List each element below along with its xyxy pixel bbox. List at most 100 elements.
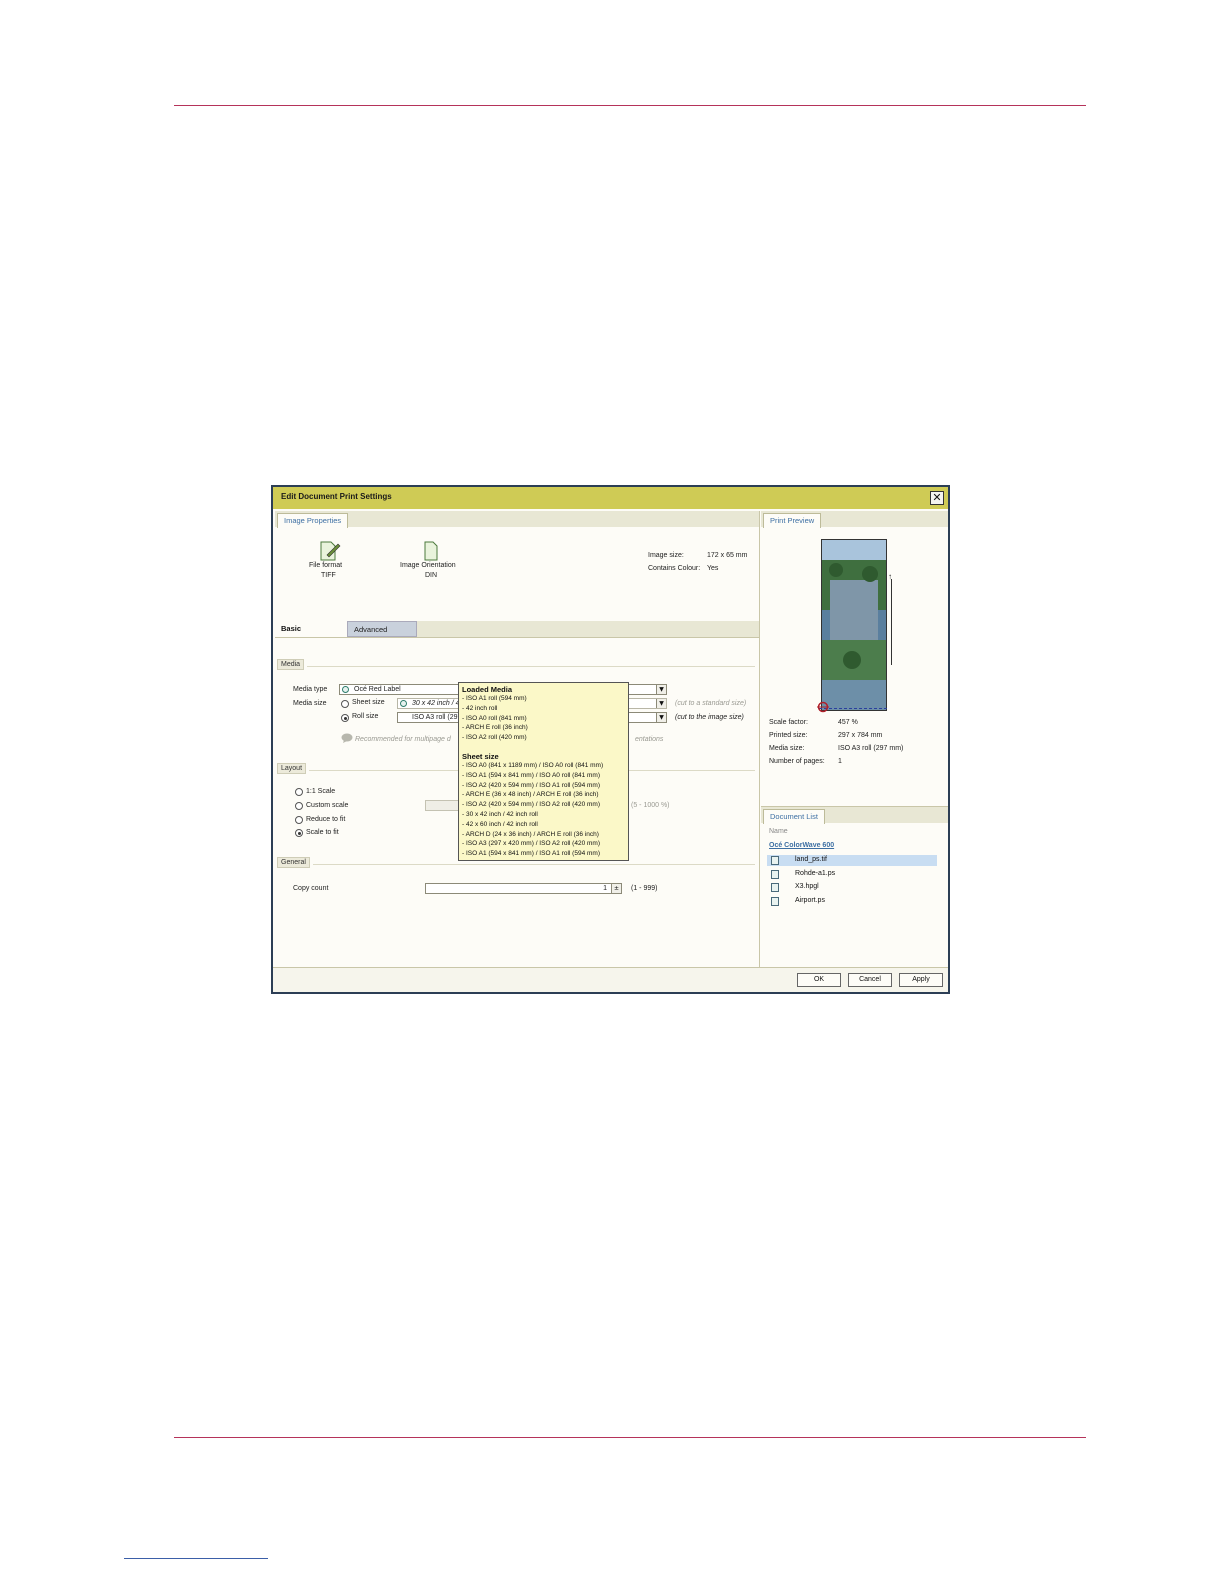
printed-size-value: 297 x 784 mm (838, 732, 883, 739)
document-row[interactable]: X3.hpgl (767, 882, 937, 893)
pages-label: Number of pages: (769, 758, 825, 765)
chevron-down-icon[interactable]: ▼ (656, 713, 666, 722)
custom-scale-range: (5 - 1000 %) (631, 802, 670, 809)
image-orientation-icon (424, 541, 438, 561)
scale-1-1-label: 1:1 Scale (306, 788, 336, 795)
close-icon[interactable]: ✕ (930, 491, 944, 505)
tab-basic[interactable]: Basic (275, 621, 347, 637)
recommendation-text: Recommended for multipage d (355, 736, 451, 743)
media-size-info-label: Media size: (769, 745, 805, 752)
reduce-to-fit-label: Reduce to fit (306, 816, 346, 823)
document-name: X3.hpgl (795, 883, 819, 890)
custom-scale-radio[interactable] (295, 802, 303, 810)
media-size-info-value: ISO A3 roll (297 mm) (838, 745, 904, 752)
cancel-button[interactable]: Cancel (848, 973, 892, 987)
roll-size-label: Roll size (352, 713, 379, 720)
header-rule (174, 105, 1086, 106)
document-row[interactable]: Rohde-a1.ps (767, 869, 937, 880)
document-name: Airport.ps (795, 897, 825, 904)
ok-button[interactable]: OK (797, 973, 841, 987)
copy-count-range: (1 - 999) (631, 885, 658, 892)
copy-count-input[interactable]: 1 ± (425, 883, 622, 894)
footer-link-rule (124, 1558, 268, 1559)
dropdown-option[interactable]: - ISO A2 roll (420 mm) (462, 733, 625, 743)
sheet-size-note: (cut to a standard size) (675, 700, 747, 707)
apply-button[interactable]: Apply (899, 973, 943, 987)
dropdown-option[interactable]: - ISO A1 roll (594 mm) (462, 694, 625, 704)
media-type-value: Océ Red Label (354, 686, 401, 693)
media-section-header: Media (277, 659, 305, 670)
file-format-icon (320, 541, 341, 561)
tab-image-properties[interactable]: Image Properties (277, 513, 349, 528)
spinner-icon[interactable]: ± (611, 884, 621, 893)
dropdown-gap (462, 743, 625, 752)
reduce-to-fit-radio[interactable] (295, 816, 303, 824)
printed-size-label: Printed size: (769, 732, 808, 739)
dropdown-option[interactable]: - ISO A2 (420 x 594 mm) / ISO A2 roll (4… (462, 800, 625, 810)
orientation-label: Image Orientation (400, 562, 456, 569)
roll-size-radio[interactable] (341, 714, 349, 722)
image-size-value: 172 x 65 mm (707, 552, 748, 559)
media-icon (400, 700, 407, 707)
image-properties-header: Image Properties (275, 511, 759, 528)
dropdown-option[interactable]: - ISO A0 roll (841 mm) (462, 714, 625, 724)
document-row[interactable]: Airport.ps (767, 896, 937, 907)
print-preview-image (821, 539, 887, 711)
preview-photo (822, 540, 886, 710)
dialog-footer: OK Cancel Apply (273, 967, 948, 992)
copy-count-label: Copy count (293, 885, 329, 892)
dropdown-option[interactable]: - ISO A2 (420 x 594 mm) / ISO A1 roll (5… (462, 781, 625, 791)
chevron-down-icon[interactable]: ▼ (656, 699, 666, 708)
dropdown-option[interactable]: - 30 x 42 inch / 42 inch roll (462, 810, 625, 820)
orientation-value: DIN (425, 572, 438, 579)
scale-to-fit-radio[interactable] (295, 829, 303, 837)
tab-advanced[interactable]: Advanced (347, 621, 417, 637)
sheet-size-radio[interactable] (341, 700, 349, 708)
tab-document-list[interactable]: Document List (763, 809, 825, 824)
preview-pane: Print Preview ↑ Scale factor: 457 % Prin… (761, 511, 948, 968)
media-type-label: Media type (293, 686, 328, 693)
dropdown-option[interactable]: - ARCH E roll (36 inch) (462, 723, 625, 733)
media-size-dropdown-list[interactable]: Loaded Media - ISO A1 roll (594 mm) - 42… (458, 682, 629, 861)
media-icon (342, 686, 349, 693)
file-format-value: TIFF (321, 572, 336, 579)
dropdown-option[interactable]: - 42 x 60 inch / 42 inch roll (462, 820, 625, 830)
scale-factor-value: 457 % (838, 719, 858, 726)
document-name: Rohde-a1.ps (795, 870, 836, 877)
print-preview-header: Print Preview (761, 511, 948, 528)
footer-rule (174, 1437, 1086, 1438)
custom-scale-label: Custom scale (306, 802, 349, 809)
file-format-label: File format (309, 562, 343, 569)
dropdown-option[interactable]: - ISO A1 (594 x 841 mm) / ISO A1 roll (5… (462, 849, 625, 859)
printer-name[interactable]: Océ ColorWave 600 (769, 842, 834, 849)
scale-1-1-radio[interactable] (295, 788, 303, 796)
edit-print-settings-dialog: Edit Document Print Settings ✕ Image Pro… (271, 485, 950, 994)
target-icon (817, 701, 829, 713)
dropdown-option[interactable]: - ISO A3 (297 x 420 mm) / ISO A2 roll (4… (462, 839, 625, 849)
paper-edge-line (819, 708, 887, 709)
recommendation-text-end: entations (635, 736, 664, 743)
pages-value: 1 (838, 758, 842, 765)
settings-pane: Image Properties File format TIFF Image … (275, 511, 760, 968)
dropdown-option[interactable]: - ARCH D (24 x 36 inch) / ARCH E roll (3… (462, 830, 625, 840)
general-section-header: General (277, 857, 310, 868)
dropdown-option[interactable]: - ISO A0 (841 x 1189 mm) / ISO A0 roll (… (462, 761, 625, 771)
media-divider (307, 666, 755, 667)
speech-bubble-icon (341, 733, 353, 743)
name-column-header: Name (769, 828, 788, 835)
contains-colour-label: Contains Colour: (648, 565, 701, 572)
image-size-label: Image size: (648, 552, 684, 559)
dialog-titlebar: Edit Document Print Settings ✕ (273, 487, 948, 509)
dropdown-option[interactable]: - ISO A1 (594 x 841 mm) / ISO A0 roll (8… (462, 771, 625, 781)
copy-count-value: 1 (603, 885, 607, 892)
dropdown-option[interactable]: - ARCH E (36 x 48 inch) / ARCH E roll (3… (462, 790, 625, 800)
scale-arrow (891, 579, 892, 665)
arrow-up-icon: ↑ (888, 572, 892, 581)
document-row[interactable]: land_ps.tif (767, 855, 937, 866)
tab-print-preview[interactable]: Print Preview (763, 513, 822, 528)
chevron-down-icon[interactable]: ▼ (656, 685, 666, 694)
media-size-label: Media size (293, 700, 327, 707)
general-divider (313, 864, 755, 865)
dropdown-option[interactable]: - 42 inch roll (462, 704, 625, 714)
loaded-media-header: Loaded Media (462, 685, 513, 694)
